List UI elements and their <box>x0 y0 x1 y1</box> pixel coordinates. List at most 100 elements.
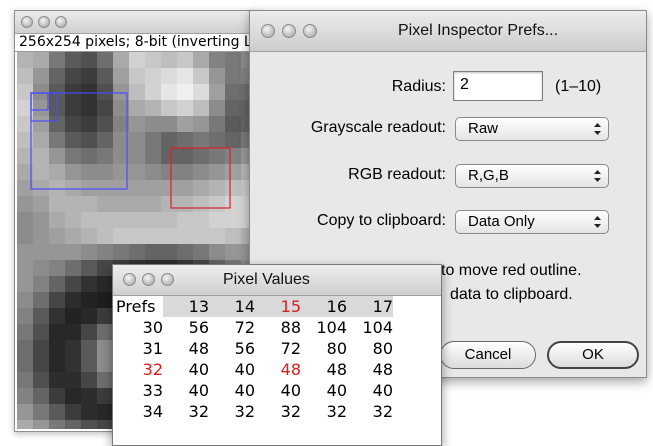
image-pixel <box>161 196 177 212</box>
hint-line-1: to move red outline. <box>441 262 582 279</box>
image-pixel <box>81 180 97 196</box>
prefs-link[interactable]: Prefs <box>113 296 163 317</box>
image-pixel <box>193 132 209 148</box>
image-pixel <box>193 116 209 132</box>
image-pixel <box>145 68 161 84</box>
image-pixel <box>49 276 65 292</box>
copy-to-clipboard-select[interactable]: Data Only <box>455 210 609 234</box>
image-pixel <box>49 340 65 356</box>
image-pixel <box>81 260 97 276</box>
table-cell: 104 <box>316 318 347 337</box>
image-pixel <box>65 228 81 244</box>
image-pixel <box>49 260 65 276</box>
prefs-titlebar[interactable]: Pixel Inspector Prefs... <box>250 11 646 52</box>
image-pixel <box>145 180 161 196</box>
image-pixel <box>33 244 49 260</box>
image-pixel <box>81 340 97 356</box>
image-pixel <box>193 180 209 196</box>
cancel-button[interactable]: Cancel <box>440 341 536 369</box>
image-pixel <box>33 196 49 212</box>
image-pixel <box>17 52 33 68</box>
image-pixel <box>161 180 177 196</box>
close-window-button[interactable] <box>21 16 33 28</box>
row-header: 31 <box>113 338 163 359</box>
pixel-values-title: Pixel Values <box>223 271 310 288</box>
image-pixel <box>129 244 145 260</box>
table-cell: 32 <box>326 402 347 421</box>
column-header: 13 <box>163 296 209 317</box>
image-pixel <box>177 68 193 84</box>
table-cell: 32 <box>372 402 393 421</box>
image-pixel <box>81 148 97 164</box>
grayscale-readout-select[interactable]: Raw <box>455 117 609 141</box>
image-pixel <box>81 116 97 132</box>
image-window-titlebar[interactable] <box>15 11 261 34</box>
table-cell: 40 <box>234 360 255 379</box>
image-pixel <box>97 276 113 292</box>
image-pixel <box>97 356 113 372</box>
image-pixel <box>97 164 113 180</box>
image-pixel <box>97 340 113 356</box>
table-cell: 40 <box>326 381 347 400</box>
image-pixel <box>225 196 241 212</box>
image-pixel <box>129 52 145 68</box>
close-pixel-values-button[interactable] <box>123 273 136 286</box>
image-pixel <box>17 372 33 388</box>
pixel-values-titlebar[interactable]: Pixel Values <box>113 265 441 296</box>
table-cell: 40 <box>188 360 209 379</box>
image-pixel <box>33 372 49 388</box>
image-pixel <box>161 116 177 132</box>
image-pixel <box>97 324 113 340</box>
image-pixel <box>225 68 241 84</box>
image-pixel <box>177 132 193 148</box>
image-pixel <box>193 52 209 68</box>
image-pixel <box>193 84 209 100</box>
image-pixel <box>177 100 193 116</box>
image-pixel <box>49 52 65 68</box>
image-pixel <box>225 100 241 116</box>
image-pixel <box>225 84 241 100</box>
image-pixel <box>129 212 145 228</box>
image-pixel <box>97 372 113 388</box>
image-pixel <box>97 84 113 100</box>
image-pixel <box>33 292 49 308</box>
minimize-pixel-values-button[interactable] <box>142 273 155 286</box>
table-cell: 32 <box>280 402 301 421</box>
table-row: 30 56 72 88 104 104 <box>113 317 393 338</box>
image-pixel <box>65 100 81 116</box>
image-pixel <box>81 100 97 116</box>
zoom-window-button[interactable] <box>55 16 67 28</box>
rgb-readout-select[interactable]: R,G,B <box>455 164 609 188</box>
image-pixel <box>33 212 49 228</box>
image-pixel <box>161 68 177 84</box>
image-pixel <box>33 324 49 340</box>
image-pixel <box>65 420 81 429</box>
column-header: 14 <box>209 296 255 317</box>
image-pixel <box>97 228 113 244</box>
table-cell: 40 <box>280 381 301 400</box>
table-cell: 32 <box>188 402 209 421</box>
image-pixel <box>49 420 65 429</box>
radius-input[interactable]: 2 <box>453 71 543 101</box>
minimize-window-button[interactable] <box>38 16 50 28</box>
image-pixel <box>49 228 65 244</box>
image-pixel <box>209 84 225 100</box>
image-pixel <box>129 116 145 132</box>
table-cell: 40 <box>234 381 255 400</box>
image-pixel <box>17 356 33 372</box>
table-cell: 80 <box>372 339 393 358</box>
image-pixel <box>33 308 49 324</box>
image-pixel <box>193 228 209 244</box>
copy-to-clipboard-value: Data Only <box>468 213 535 230</box>
zoom-pixel-values-button[interactable] <box>161 273 174 286</box>
image-pixel <box>97 212 113 228</box>
image-pixel <box>65 308 81 324</box>
ok-button[interactable]: OK <box>547 341 639 369</box>
image-pixel <box>33 340 49 356</box>
table-cell: 88 <box>280 318 301 337</box>
popup-arrows-icon <box>594 123 601 135</box>
image-pixel <box>49 404 65 420</box>
image-pixel <box>97 100 113 116</box>
image-pixel <box>65 148 81 164</box>
image-pixel <box>225 180 241 196</box>
